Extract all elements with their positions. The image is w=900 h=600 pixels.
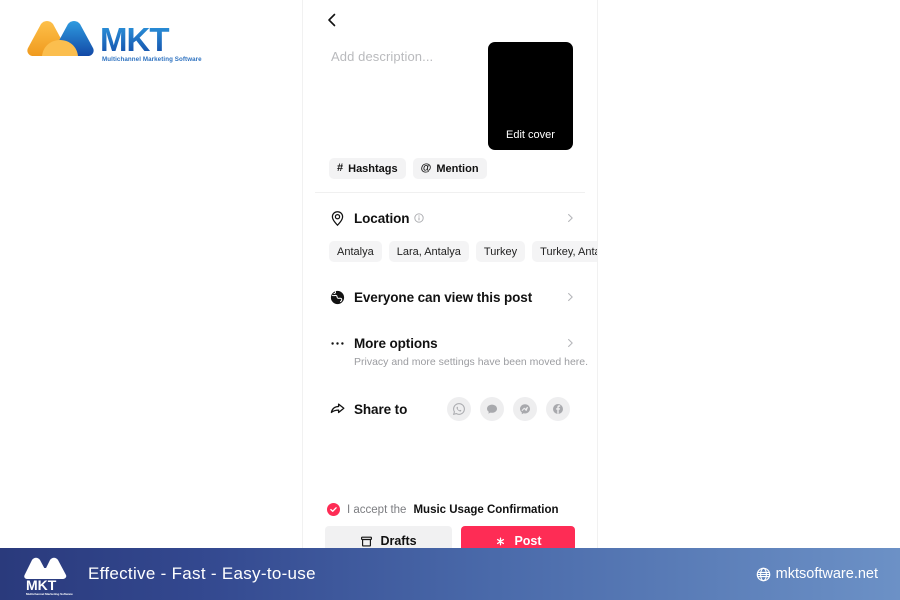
banner-mkt-logo: MKT Multichannel Marketing Software — [22, 552, 74, 596]
share-whatsapp-button[interactable] — [447, 397, 472, 421]
location-suggestions: Antalya Lara, Antalya Turkey Turkey, Ant… — [303, 241, 597, 262]
banner-website: mktsoftware.net — [756, 566, 878, 582]
privacy-chevron-right-icon[interactable] — [566, 292, 575, 302]
globe-icon — [330, 290, 345, 304]
banner-tagline: Effective - Fast - Easy-to-use — [88, 564, 316, 583]
ellipsis-icon — [331, 341, 344, 345]
privacy-label: Everyone can view this post — [354, 289, 533, 305]
post-button-label: Post — [514, 534, 542, 548]
location-pin-icon — [331, 210, 344, 226]
drafts-button[interactable]: Drafts — [325, 526, 452, 548]
music-usage-confirmation-link[interactable]: Music Usage Confirmation — [413, 504, 558, 516]
hashtags-chip-label: Hashtags — [348, 162, 398, 175]
chevron-left-icon — [328, 13, 336, 27]
bottom-banner: MKT Multichannel Marketing Software Effe… — [0, 548, 900, 600]
share-messages-button[interactable] — [480, 397, 505, 421]
description-input[interactable]: Add description... — [331, 49, 433, 64]
message-bubble-icon — [487, 404, 498, 414]
location-row[interactable]: Location — [303, 201, 597, 235]
archive-box-icon — [361, 536, 373, 546]
messenger-icon — [520, 404, 531, 415]
more-options-row[interactable]: More options — [303, 326, 597, 360]
screenshot-root: MKT Multichannel Marketing Software Add … — [0, 0, 900, 600]
location-chevron-right-icon[interactable] — [566, 213, 575, 223]
location-suggestion-chip[interactable]: Turkey — [475, 241, 526, 262]
whatsapp-icon — [453, 403, 466, 416]
edit-cover-thumbnail[interactable]: Edit cover — [488, 42, 573, 150]
upload-panel: Add description... Edit cover # Hashtags… — [302, 0, 598, 548]
location-suggestion-chip[interactable]: Lara, Antalya — [388, 241, 469, 262]
location-label: Location — [354, 210, 410, 226]
share-messenger-button[interactable] — [513, 397, 538, 421]
globe-icon — [756, 567, 770, 581]
more-options-chevron-right-icon[interactable] — [566, 338, 575, 348]
svg-text:MKT: MKT — [26, 577, 57, 593]
share-to-label: Share to — [354, 401, 408, 417]
hashtags-chip[interactable]: # Hashtags — [329, 158, 406, 179]
location-suggestion-chip[interactable]: Turkey, Antalya, B — [532, 241, 597, 262]
back-button[interactable] — [303, 0, 597, 40]
music-usage-accept-row[interactable]: I accept the Music Usage Confirmation — [303, 503, 597, 516]
accept-prefix: I accept the — [347, 503, 407, 516]
post-button[interactable]: Post — [461, 526, 575, 548]
location-suggestion-chip[interactable]: Antalya — [329, 241, 382, 262]
accept-checkbox[interactable] — [327, 503, 340, 516]
insert-chips: # Hashtags @ Mention — [303, 158, 597, 179]
share-facebook-button[interactable] — [546, 397, 571, 421]
description-section: Add description... Edit cover — [303, 40, 597, 158]
facebook-icon — [553, 404, 564, 414]
edit-cover-label: Edit cover — [506, 129, 555, 141]
section-divider — [315, 192, 585, 193]
svg-text:Multichannel Marketing Softwar: Multichannel Marketing Software — [26, 592, 73, 596]
at-icon: @ — [420, 162, 432, 174]
action-buttons: Drafts Post — [303, 526, 597, 548]
sparkle-icon — [497, 537, 505, 545]
svg-text:Multichannel Marketing Softwar: Multichannel Marketing Software — [102, 56, 202, 63]
mention-chip-label: Mention — [436, 162, 479, 175]
banner-website-label: mktsoftware.net — [775, 566, 878, 582]
mkt-logo: MKT Multichannel Marketing Software — [18, 14, 208, 68]
privacy-row[interactable]: Everyone can view this post — [303, 280, 597, 314]
share-arrow-icon — [330, 402, 345, 413]
share-to-row: Share to — [303, 392, 597, 426]
mention-chip[interactable]: @ Mention — [412, 158, 487, 179]
more-options-label: More options — [354, 335, 438, 351]
svg-text:MKT: MKT — [100, 21, 169, 58]
check-circle-icon — [330, 507, 337, 512]
hashtag-icon: # — [337, 162, 344, 174]
info-icon[interactable] — [414, 213, 425, 223]
share-targets — [447, 397, 571, 421]
drafts-button-label: Drafts — [380, 534, 417, 548]
